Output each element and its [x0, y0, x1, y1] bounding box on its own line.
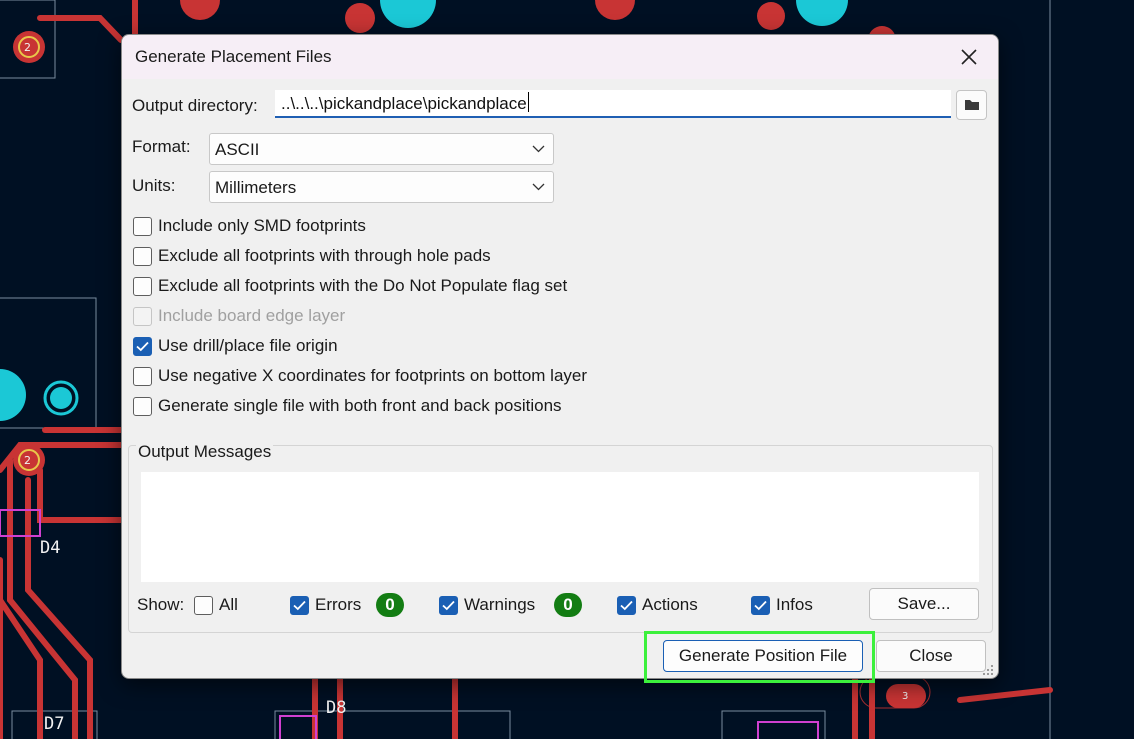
output-messages-title: Output Messages: [136, 442, 274, 462]
format-label: Format:: [132, 137, 191, 156]
option-label: Generate single file with both front and…: [158, 396, 562, 415]
close-button[interactable]: Close: [876, 640, 986, 672]
filter-warnings-label: Warnings: [464, 595, 536, 614]
units-dropdown[interactable]: Millimeters: [209, 171, 554, 203]
units-value: Millimeters: [215, 178, 297, 197]
checkmark-icon: [136, 341, 149, 352]
option-label: Exclude all footprints with the Do Not P…: [158, 276, 568, 295]
smd-pad-outline: [0, 509, 41, 537]
copper-track: [957, 687, 1053, 703]
checkbox[interactable]: [133, 247, 152, 266]
filter-actions-label: Actions: [642, 595, 698, 614]
copper-track: [0, 597, 43, 739]
checkbox[interactable]: [133, 217, 152, 236]
checkmark-icon: [442, 600, 455, 611]
checkbox[interactable]: [439, 596, 458, 615]
units-label: Units:: [132, 176, 176, 195]
checkbox[interactable]: [194, 596, 213, 615]
chevron-down-icon: [532, 183, 545, 191]
pad-number: 3: [902, 691, 908, 702]
footprint-outline: [721, 710, 826, 739]
option-label: Include board edge layer: [158, 306, 346, 325]
checkbox[interactable]: [133, 337, 152, 356]
reference-label-d8: D8: [326, 698, 346, 718]
checkbox[interactable]: [617, 596, 636, 615]
generate-placement-files-dialog: Generate Placement Files Output director…: [121, 34, 999, 679]
output-messages-area[interactable]: [141, 472, 979, 582]
filter-infos-label: Infos: [776, 595, 813, 614]
reference-label-d4: D4: [40, 538, 60, 558]
pad-number: 2: [24, 454, 31, 467]
resize-grip-icon[interactable]: [982, 664, 994, 676]
option-label: Use drill/place file origin: [158, 336, 338, 355]
copper-track: [37, 15, 124, 43]
dialog-titlebar[interactable]: Generate Placement Files: [122, 35, 998, 79]
checkbox[interactable]: [290, 596, 309, 615]
folder-icon: [965, 100, 979, 110]
format-dropdown[interactable]: ASCII: [209, 133, 554, 165]
output-directory-label: Output directory:: [132, 96, 258, 115]
save-messages-button[interactable]: Save...: [869, 588, 979, 620]
reference-label-d7: D7: [44, 714, 64, 734]
pad: [757, 2, 785, 30]
option-label: Use negative X coordinates for footprint…: [158, 366, 588, 385]
output-directory-value: ..\..\..\pickandplace\pickandplace: [281, 94, 527, 113]
copper-track: [37, 467, 124, 523]
errors-count-badge: 0: [376, 593, 404, 617]
checkmark-icon: [620, 600, 633, 611]
smd-pad-outline: [279, 715, 317, 739]
pad: [380, 0, 436, 28]
close-icon[interactable]: [954, 43, 984, 71]
pad-number: 2: [24, 41, 31, 54]
smd-pad-outline: [757, 721, 819, 739]
show-label: Show:: [137, 595, 185, 614]
checkbox[interactable]: [133, 277, 152, 296]
chevron-down-icon: [532, 145, 545, 153]
checkmark-icon: [293, 600, 306, 611]
option-label: Exclude all footprints with through hole…: [158, 246, 491, 265]
dialog-title: Generate Placement Files: [135, 47, 332, 66]
pad: [796, 0, 848, 26]
checkbox[interactable]: [133, 397, 152, 416]
warnings-count-badge: 0: [554, 593, 582, 617]
checkbox: [133, 307, 152, 326]
format-value: ASCII: [215, 140, 260, 159]
pad: [595, 0, 635, 20]
pad: [345, 3, 375, 33]
text-caret: [527, 92, 529, 112]
checkbox[interactable]: [133, 367, 152, 386]
browse-folder-button[interactable]: [956, 90, 987, 120]
output-directory-input[interactable]: ..\..\..\pickandplace\pickandplace: [275, 90, 951, 118]
via: [50, 387, 72, 409]
filter-errors-label: Errors: [315, 595, 362, 614]
option-label: Include only SMD footprints: [158, 216, 366, 235]
checkmark-icon: [754, 600, 767, 611]
checkbox[interactable]: [751, 596, 770, 615]
filter-all-label: All: [219, 595, 238, 614]
pad: [180, 0, 220, 20]
highlight-box: [644, 631, 875, 683]
pad: [0, 369, 26, 421]
